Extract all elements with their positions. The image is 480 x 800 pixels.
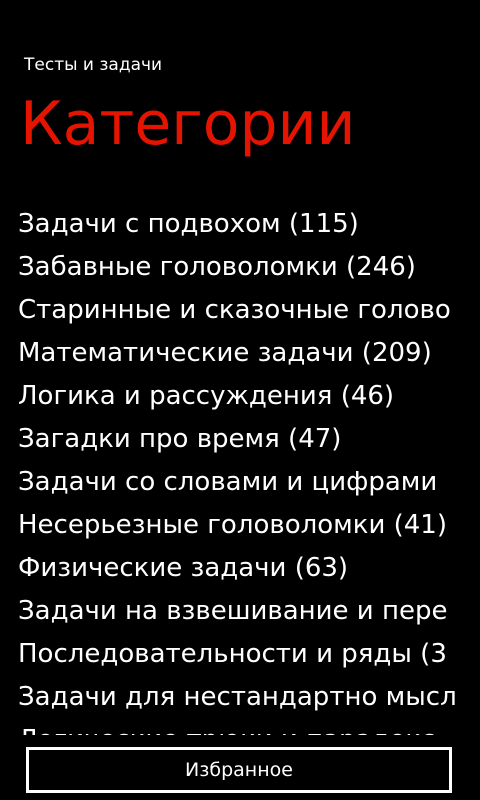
category-item-lateral-thinking[interactable]: Задачи для нестандартно мысл: [18, 676, 468, 719]
app-title: Тесты и задачи: [24, 55, 163, 75]
category-item-silly-puzzles[interactable]: Несерьезные головоломки (41): [18, 504, 468, 547]
category-item-math-problems[interactable]: Математические задачи (209): [18, 332, 468, 375]
category-item-sequences[interactable]: Последовательности и ряды (3: [18, 633, 468, 676]
favorites-button[interactable]: Избранное: [26, 747, 452, 793]
category-item-time-riddles[interactable]: Загадки про время (47): [18, 418, 468, 461]
favorites-button-label: Избранное: [185, 759, 293, 781]
category-item-words-and-numbers[interactable]: Задачи со словами и цифрами: [18, 461, 468, 504]
category-item-weighing-problems[interactable]: Задачи на взвешивание и пере: [18, 590, 468, 633]
category-item-fun-puzzles[interactable]: Забавные головоломки (246): [18, 246, 468, 289]
page-title: Категории: [20, 89, 356, 159]
category-item-logic-tricks[interactable]: Логические трюки и парадокс: [18, 719, 468, 735]
category-item-logic-reasoning[interactable]: Логика и рассуждения (46): [18, 375, 468, 418]
category-item-trick-questions[interactable]: Задачи с подвохом (115): [18, 203, 468, 246]
category-item-physics-problems[interactable]: Физические задачи (63): [18, 547, 468, 590]
category-item-old-fairytale-puzzles[interactable]: Старинные и сказочные голово: [18, 289, 468, 332]
category-list[interactable]: Задачи с подвохом (115) Забавные головол…: [18, 203, 468, 735]
